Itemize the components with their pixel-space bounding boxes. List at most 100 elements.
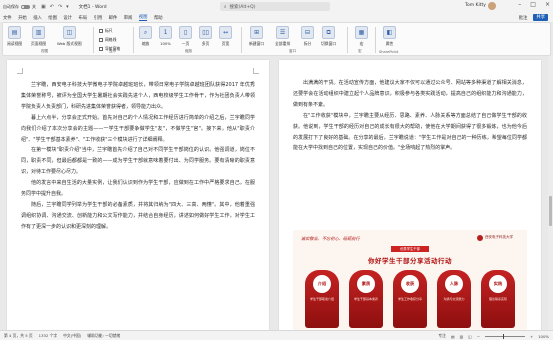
- zoom-group-label: 缩放: [185, 49, 193, 53]
- poster-card-text: 沟通与交流能力: [443, 297, 465, 301]
- 100-icon: 1: [159, 26, 172, 39]
- ribbon-divider: [93, 27, 94, 53]
- undo-icon[interactable]: ↶: [50, 4, 54, 10]
- avatar[interactable]: [488, 2, 496, 10]
- tab-home[interactable]: 开始: [18, 15, 27, 21]
- zoom-level[interactable]: 100%: [538, 334, 549, 339]
- document-title: 文档1 - Word: [78, 4, 107, 10]
- new-window-label: 新建窗口: [249, 41, 265, 46]
- poster-slogan: 诚实敬业、不忘初心、砥砺前行: [301, 236, 360, 241]
- arrange-all-label: 全部重排: [275, 41, 291, 46]
- focus-button[interactable]: 专注: [438, 333, 446, 339]
- switch-windows-label: 切换窗口: [321, 41, 337, 46]
- ruler-label: 标尺: [105, 28, 113, 33]
- page-text: 出满满的干货。在活动宣传方面，他建议大家不仅可以通过公众号、网站等多种渠道了解相…: [293, 78, 527, 154]
- one-page-button[interactable]: ▯ 一页: [179, 26, 192, 47]
- autosave-label: 自动保存: [3, 3, 19, 9]
- tab-review[interactable]: 审阅: [124, 15, 133, 21]
- vertical-scrollbar[interactable]: [548, 56, 553, 330]
- tab-insert[interactable]: 插入: [33, 15, 42, 21]
- gridlines-checkbox[interactable]: 网格线: [99, 37, 120, 43]
- multi-page-button[interactable]: ▯▯ 多页: [199, 26, 212, 47]
- paragraph: 随后，兰宇瞻同学列举为学生干部的必备素质，并将其归纳为"四大、三高、两懂"。其中…: [21, 201, 255, 230]
- tab-design[interactable]: 设计: [63, 15, 72, 21]
- ruler-checkbox[interactable]: 标尺: [99, 28, 120, 34]
- macros-button[interactable]: ▦ 宏: [355, 26, 368, 47]
- close-icon[interactable]: ×: [545, 1, 550, 8]
- switch-window-icon: ⧉: [322, 26, 336, 39]
- paragraph: 他的发言中来自生活的大量实例，让我们认识到作为学生干部，应做到在工作中严格要求自…: [21, 180, 255, 198]
- web-layout-button[interactable]: ◫ Web 版式视图: [57, 26, 82, 47]
- minimize-icon[interactable]: –: [518, 1, 521, 8]
- properties-button[interactable]: ◧ 属性: [383, 26, 396, 47]
- split-label: 拆分: [303, 41, 312, 46]
- status-left: 第 4 页，共 5 页 1332 个字 中文(中国) 辅助功能: 一切就绪: [4, 333, 120, 339]
- language[interactable]: 中文(中国): [63, 333, 81, 339]
- tab-layout[interactable]: 布局: [78, 15, 87, 21]
- poster-card-text: 学生干部职责介绍: [309, 297, 334, 301]
- page-width-icon: ↔: [219, 26, 232, 39]
- tab-mailings[interactable]: 邮件: [109, 15, 118, 21]
- read-mode-button[interactable]: ▤ 阅读视图: [7, 26, 22, 47]
- window-group-label: 窗口: [289, 49, 297, 53]
- one-page-icon: ▯: [179, 26, 192, 39]
- arrange-icon: ☰: [276, 26, 290, 39]
- web-layout-label: Web 版式视图: [57, 41, 82, 46]
- switch-windows-button[interactable]: ⧉ 切换窗口: [321, 26, 336, 47]
- search-box[interactable]: ⌕ 搜索(Alt+Q): [220, 2, 330, 11]
- new-window-button[interactable]: ⊞ 新建窗口: [249, 26, 264, 47]
- tab-file[interactable]: 文件: [3, 15, 12, 21]
- read-mode-icon[interactable]: ▤: [451, 334, 455, 339]
- maximize-icon[interactable]: □: [530, 1, 536, 8]
- print-layout-button[interactable]: ▥ 页面视图: [31, 26, 46, 47]
- ribbon-divider: [133, 27, 134, 53]
- share-button[interactable]: 共享: [533, 14, 548, 21]
- paragraph: 在"工作收获"模块中，兰宇瞻主要从经历、思路、素养、人脉关系等方面总结了自己做学…: [293, 112, 527, 152]
- zoom-slider[interactable]: [484, 333, 525, 339]
- properties-icon: ◧: [383, 26, 396, 39]
- page-right[interactable]: 出满满的干货。在活动宣传方面，他建议大家不仅可以通过公众号、网站等多种渠道了解相…: [279, 60, 541, 330]
- comments-button[interactable]: 批注: [519, 15, 528, 21]
- poster-card: 实践 理论联系实际: [481, 270, 515, 328]
- tab-draw[interactable]: 绘图: [48, 15, 57, 21]
- tab-help[interactable]: 帮助: [154, 15, 163, 21]
- scrollbar-thumb[interactable]: [549, 196, 552, 226]
- page-left[interactable]: 兰宇瞻，西安电子科技大学微电子学院卓越班班长，带领日常电子学院卓越班团队获得20…: [7, 60, 269, 330]
- zoom-out-icon[interactable]: −: [477, 334, 480, 339]
- split-button[interactable]: ⊟ 拆分: [301, 26, 314, 47]
- ribbon-divider: [241, 27, 242, 53]
- poster-card-head: 介绍: [313, 275, 331, 293]
- ribbon-view: ▤ 阅读视图 ▥ 页面视图 ◫ Web 版式视图 视图 标尺 网格线 导航窗格 …: [2, 22, 551, 56]
- web-layout-icon[interactable]: ◫: [468, 334, 472, 339]
- page-width-button[interactable]: ↔ 页宽: [219, 26, 232, 47]
- accessibility-status[interactable]: 辅助功能: 一切就绪: [87, 333, 120, 339]
- autosave-state: 关: [32, 3, 36, 9]
- poster-emblem: 西安电子科技大学: [477, 234, 517, 241]
- poster-image[interactable]: 诚实敬业、不忘初心、砥砺前行 西安电子科技大学 优秀学生干部 你好学生干部分享活…: [293, 230, 527, 330]
- redo-icon[interactable]: ↷: [58, 4, 62, 10]
- page-count[interactable]: 第 4 页，共 5 页: [4, 333, 33, 339]
- print-layout-icon[interactable]: ▥: [460, 334, 464, 339]
- tab-references[interactable]: 引用: [94, 15, 103, 21]
- poster-card: 素质 学生干部基本素养: [349, 270, 383, 328]
- zoom-in-icon[interactable]: +: [530, 334, 533, 339]
- poster-card-head: 人脉: [445, 275, 463, 293]
- user-name[interactable]: Tom Kitty: [465, 3, 486, 8]
- poster-card-head: 实践: [489, 275, 507, 293]
- tab-view[interactable]: 视图: [138, 14, 148, 21]
- save-icon[interactable]: ▣: [41, 4, 46, 10]
- toggle-icon[interactable]: [21, 4, 30, 9]
- word-count[interactable]: 1332 个字: [39, 333, 57, 339]
- zoom-button[interactable]: ⌕ 缩放: [139, 26, 152, 47]
- zoom-100-button[interactable]: 1 100%: [159, 26, 172, 46]
- poster-banner: 优秀学生干部: [391, 246, 429, 252]
- split-icon: ⊟: [301, 26, 314, 39]
- autosave-toggle[interactable]: 自动保存 关: [3, 4, 36, 10]
- checkbox-icon: [99, 38, 103, 42]
- title-bar: 自动保存 关 ▣ ↶ ↷ ▾ 文档1 - Word ⌕ 搜索(Alt+Q) To…: [0, 0, 553, 13]
- read-mode-label: 阅读视图: [7, 41, 23, 46]
- arrange-all-button[interactable]: ☰ 全部重排: [275, 26, 290, 47]
- macros-label: 宏: [359, 41, 364, 46]
- customize-icon[interactable]: ▾: [66, 4, 69, 10]
- new-window-icon: ⊞: [250, 26, 264, 39]
